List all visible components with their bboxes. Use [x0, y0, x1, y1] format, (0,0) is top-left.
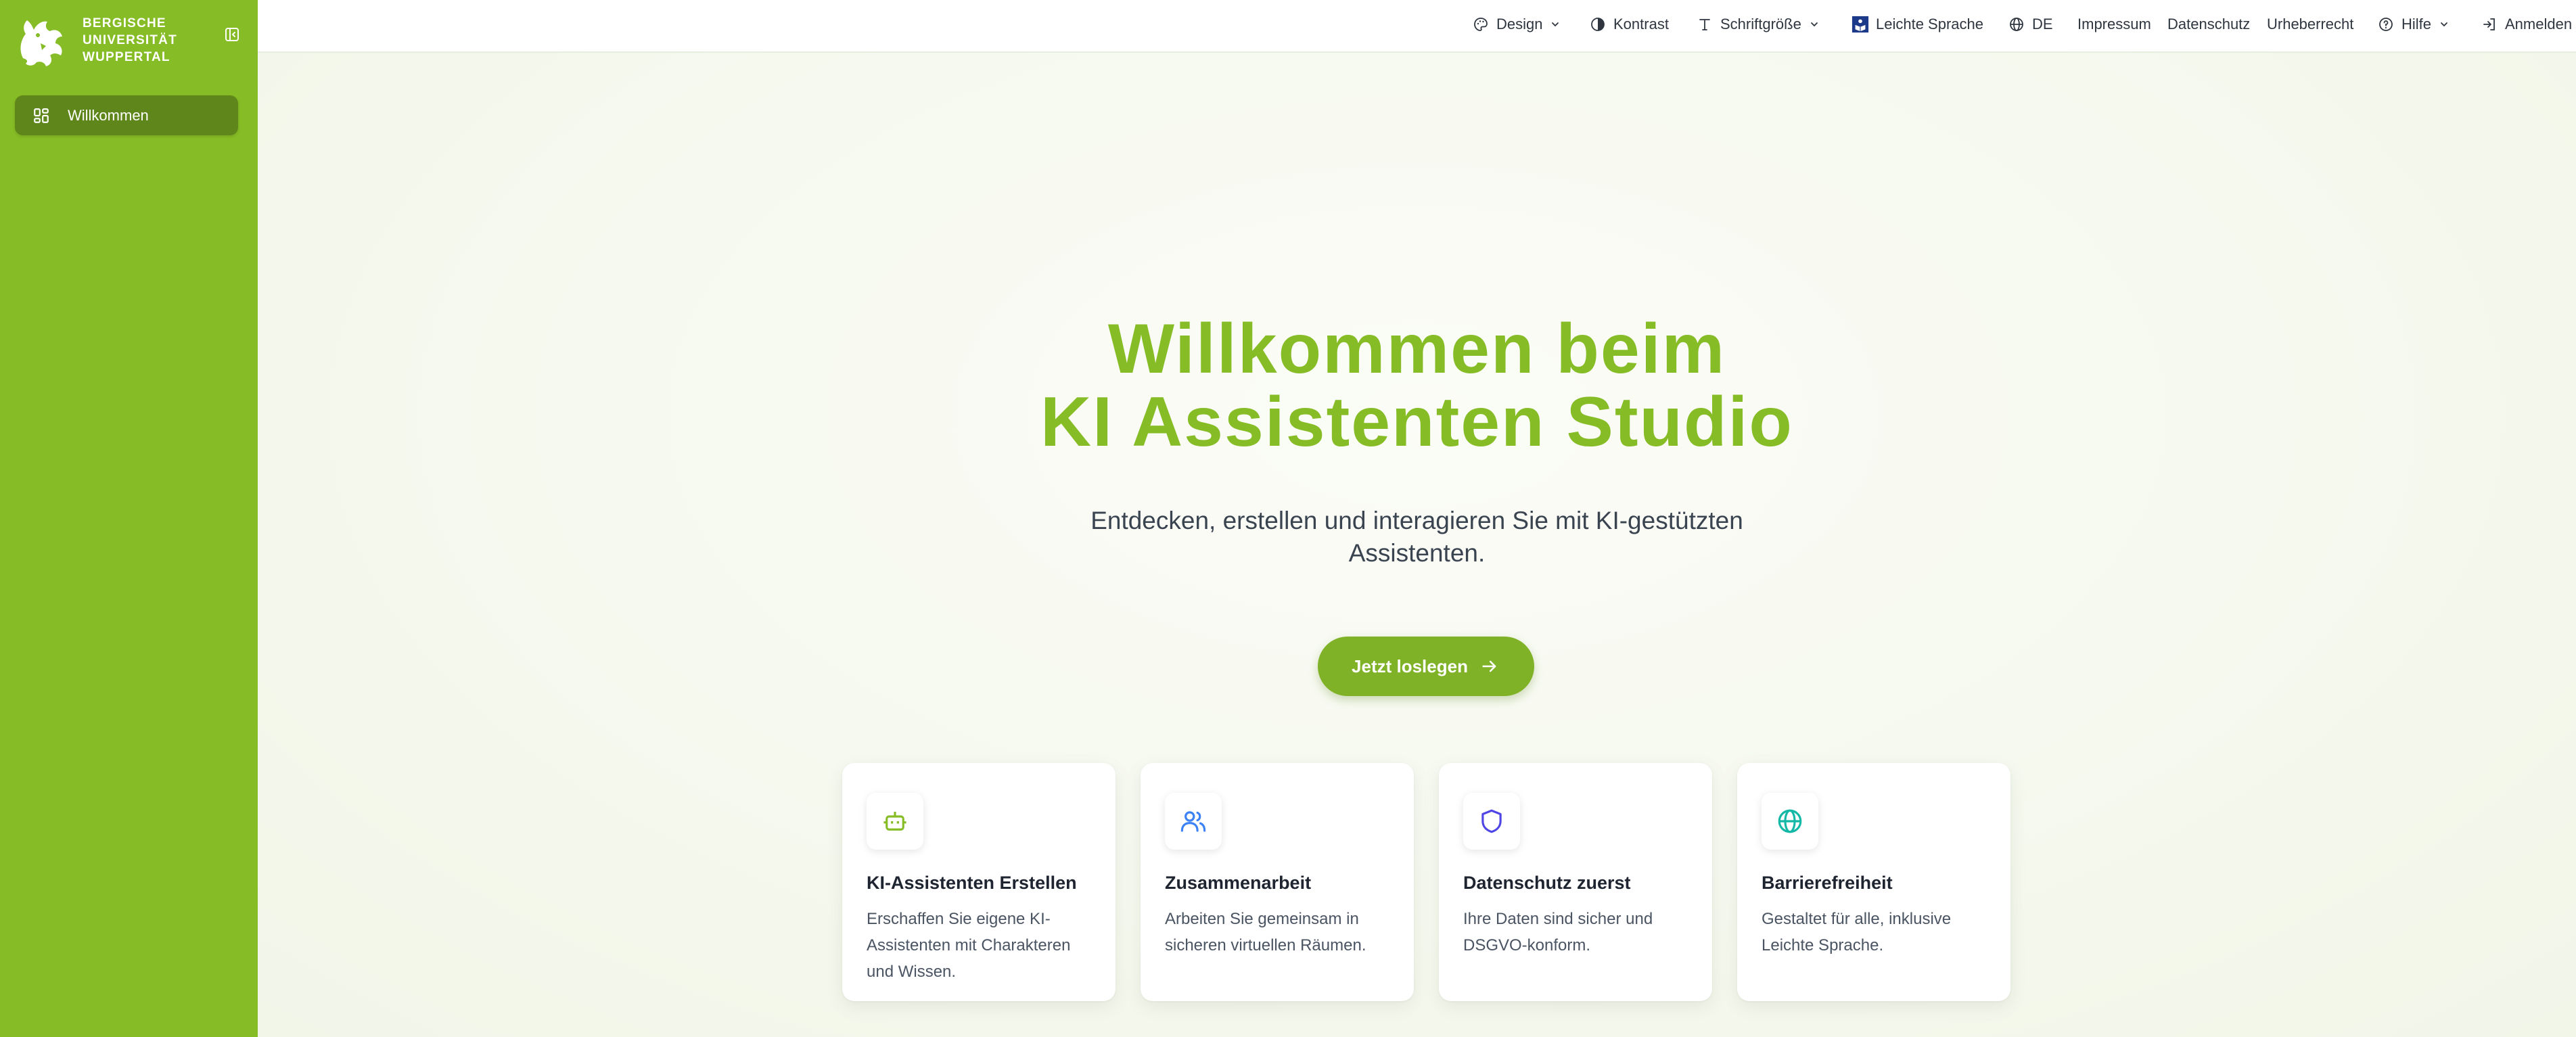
contrast-label: Kontrast	[1613, 16, 1669, 32]
feature-title: KI-Assistenten Erstellen	[867, 873, 1077, 893]
feature-title: Barrierefreiheit	[1762, 873, 1893, 893]
feature-description: Erschaffen Sie eigene KI-Assistenten mit…	[867, 910, 1071, 981]
palette-icon	[1472, 16, 1490, 33]
sidebar: BERGISCHE UNIVERSITÄT WUPPERTAL Willkomm…	[0, 0, 258, 1037]
help-label: Hilfe	[2401, 16, 2432, 32]
brand-line: WUPPERTAL	[83, 49, 170, 64]
shield-icon	[1463, 793, 1520, 850]
users-icon	[1165, 793, 1222, 850]
feature-card-privacy: Datenschutz zuerst Ihre Daten sind siche…	[1439, 763, 1712, 1001]
language-switch-button[interactable]: DE	[2008, 0, 2053, 49]
app-root: BERGISCHE UNIVERSITÄT WUPPERTAL Willkomm…	[0, 0, 2576, 1037]
text-type-icon	[1696, 16, 1714, 33]
brand-text: BERGISCHE UNIVERSITÄT WUPPERTAL	[83, 15, 177, 66]
login-icon	[2481, 16, 2498, 33]
login-button[interactable]: Anmelden	[2481, 0, 2572, 49]
arrow-right-icon	[1480, 656, 1500, 676]
hero-title-line: Willkommen beim	[1107, 310, 1726, 388]
sidebar-item-label: Willkommen	[68, 106, 149, 124]
collapse-sidebar-button[interactable]	[222, 24, 242, 45]
easy-language-label: Leichte Sprache	[1876, 16, 1983, 32]
robot-icon	[867, 793, 923, 850]
contrast-toggle-button[interactable]: Kontrast	[1589, 0, 1669, 49]
hero-title-line: KI Assistenten Studio	[1040, 383, 1793, 461]
sidebar-collapse-icon	[225, 28, 239, 41]
impressum-label: Impressum	[2077, 16, 2151, 32]
hero-subtitle: Entdecken, erstellen und interagieren Si…	[1090, 507, 1743, 567]
brand-line: BERGISCHE	[83, 16, 166, 30]
feature-description: Ihre Daten sind sicher und DSGVO-konform…	[1463, 910, 1653, 954]
globe-icon	[2008, 16, 2025, 33]
chevron-down-icon	[1550, 20, 1560, 29]
datenschutz-link[interactable]: Datenschutz	[2167, 0, 2250, 49]
feature-title: Zusammenarbeit	[1165, 873, 1312, 893]
feature-title: Datenschutz zuerst	[1463, 873, 1631, 893]
globe-icon	[1762, 793, 1818, 850]
chevron-down-icon	[2439, 20, 2449, 29]
datenschutz-label: Datenschutz	[2167, 16, 2251, 32]
brand-line: UNIVERSITÄT	[83, 32, 177, 47]
language-label: DE	[2032, 16, 2053, 32]
login-label: Anmelden	[2505, 16, 2573, 32]
design-menu-button[interactable]: Design	[1472, 0, 1560, 49]
urheberrecht-link[interactable]: Urheberrecht	[2267, 0, 2353, 49]
help-circle-icon	[2377, 16, 2395, 33]
design-label: Design	[1496, 16, 1543, 32]
main-content: Design Kontrast Schriftgröße Leichte Spr…	[258, 0, 2576, 1037]
get-started-label: Jetzt loslegen	[1352, 655, 1468, 676]
easy-language-button[interactable]: Leichte Sprache	[1852, 0, 1983, 49]
dashboard-grid-icon	[31, 106, 51, 126]
chevron-down-icon	[1810, 20, 1819, 29]
sidebar-item-willkommen[interactable]: Willkommen	[15, 95, 238, 135]
feature-description: Arbeiten Sie gemeinsam in sicheren virtu…	[1165, 910, 1366, 954]
impressum-link[interactable]: Impressum	[2077, 0, 2151, 49]
feature-card-create-assistants: KI-Assistenten Erstellen Erschaffen Sie …	[842, 763, 1116, 1001]
contrast-icon	[1589, 16, 1607, 33]
top-toolbar: Design Kontrast Schriftgröße Leichte Spr…	[258, 0, 2576, 53]
help-menu-button[interactable]: Hilfe	[2377, 0, 2449, 49]
feature-card-collaboration: Zusammenarbeit Arbeiten Sie gemeinsam in…	[1141, 763, 1414, 1001]
hero-title: Willkommen beim KI Assistenten Studio	[258, 313, 2576, 459]
feature-card-accessibility: Barrierefreiheit Gestaltet für alle, ink…	[1737, 763, 2010, 1001]
lion-logo-icon	[20, 20, 62, 66]
university-brand[interactable]: BERGISCHE UNIVERSITÄT WUPPERTAL	[14, 11, 177, 69]
feature-description: Gestaltet für alle, inklusive Leichte Sp…	[1762, 910, 1952, 954]
font-size-label: Schriftgröße	[1720, 16, 1801, 32]
easy-language-badge-icon	[1852, 16, 1869, 33]
urheberrecht-label: Urheberrecht	[2267, 16, 2354, 32]
get-started-button[interactable]: Jetzt loslegen	[1318, 637, 1534, 696]
font-size-menu-button[interactable]: Schriftgröße	[1696, 0, 1819, 49]
